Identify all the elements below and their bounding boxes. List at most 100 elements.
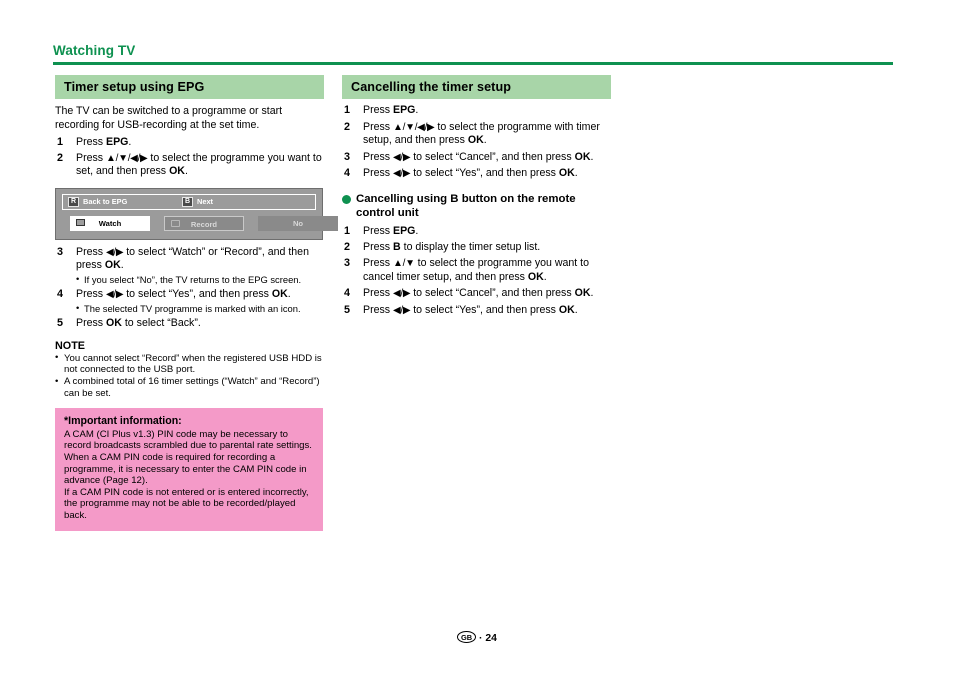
step-number: 3 bbox=[344, 257, 351, 270]
step-text-part: . bbox=[590, 287, 594, 300]
step-key-name: OK bbox=[169, 165, 185, 178]
step-number: 1 bbox=[344, 224, 351, 237]
step-key-name: OK bbox=[527, 270, 544, 283]
numbered-step: 4 Press ◀/▶ to select “Cancel”, and then … bbox=[342, 287, 611, 300]
important-paragraph: When a CAM PIN code is required for reco… bbox=[64, 452, 307, 487]
step-text-part: . bbox=[574, 167, 578, 180]
step-text-part: Press bbox=[363, 150, 394, 163]
step-key-name: OK bbox=[467, 134, 484, 147]
direction-arrows-icon: ◀/▶ bbox=[106, 246, 124, 258]
step-text: Press EPG. bbox=[363, 225, 418, 237]
step-text: Press ◀/▶ to select “Yes”, and then pres… bbox=[363, 304, 578, 316]
step-number: 1 bbox=[344, 104, 351, 117]
step-text-part: Press bbox=[363, 257, 394, 270]
numbered-step: 1 Press EPG. bbox=[55, 136, 324, 149]
numbered-step: 1 Press EPG. bbox=[342, 104, 611, 117]
left-intro-paragraph: The TV can be switched to a programme or… bbox=[55, 105, 283, 132]
step-number: 3 bbox=[344, 150, 351, 163]
step-text: Press ◀/▶ to select “Cancel”, and then p… bbox=[363, 151, 593, 163]
step-text: Press ▲/▼ to select the programme you wa… bbox=[363, 257, 589, 282]
step-text-part: to select “Yes”, and then press bbox=[410, 167, 559, 180]
numbered-step: 4 Press ◀/▶ to select “Yes”, and then pre… bbox=[55, 288, 324, 314]
right-section-heading: Cancelling the timer setup bbox=[342, 75, 611, 100]
important-paragraph: A CAM (CI Plus v1.3) PIN code may be nec… bbox=[64, 428, 312, 452]
green-bullet-icon bbox=[342, 195, 351, 204]
step-text: Press ◀/▶ to select “Yes”, and then pres… bbox=[76, 288, 291, 300]
step-text: Press EPG. bbox=[76, 136, 131, 148]
left-column: Timer setup using EPG The TV can be swit… bbox=[55, 75, 338, 531]
step-number: 4 bbox=[57, 288, 64, 301]
direction-arrows-icon: ◀/▶ bbox=[393, 304, 411, 316]
step-number: 5 bbox=[57, 317, 64, 330]
step-number: 2 bbox=[344, 240, 351, 253]
step-text-part: . bbox=[415, 224, 419, 237]
step-sub-list: If you select “No”, the TV returns to th… bbox=[76, 273, 324, 286]
note-list: You cannot select “Record” when the regi… bbox=[55, 352, 324, 400]
region-code-badge: GB bbox=[457, 631, 477, 643]
step-text-part: Press bbox=[363, 104, 394, 117]
step-text: Press ◀/▶ to select “Yes”, and then pres… bbox=[363, 167, 578, 179]
step-text-part: Press bbox=[76, 245, 107, 258]
note-heading: NOTE bbox=[55, 339, 85, 352]
step-key-name: OK bbox=[104, 259, 121, 272]
step-number: 4 bbox=[344, 167, 351, 180]
step-text-part: Press bbox=[363, 120, 394, 133]
step-number: 4 bbox=[344, 287, 351, 300]
tv-icon bbox=[76, 219, 85, 227]
numbered-step: 2 Press ▲/▼/◀/▶ to select the programme w… bbox=[342, 121, 611, 148]
blue-key-label: Next bbox=[197, 196, 214, 206]
step-text-part: . bbox=[483, 134, 487, 147]
left-steps-group-1: 1 Press EPG. 2 Press ▲/▼/◀/▶ to select the … bbox=[55, 136, 324, 179]
step-text-part: to select “Cancel”, and then press bbox=[410, 150, 575, 163]
direction-arrows-icon: ◀/▶ bbox=[106, 289, 124, 301]
epg-watch-button: Watch bbox=[70, 215, 150, 231]
numbered-step: 4 Press ◀/▶ to select “Yes”, and then pre… bbox=[342, 167, 611, 180]
step-text-part: . bbox=[415, 104, 419, 117]
running-head-rule bbox=[53, 62, 893, 65]
page-number: 24 bbox=[485, 633, 497, 644]
step-key-name: B bbox=[393, 240, 401, 253]
left-section-heading: Timer setup using EPG bbox=[55, 75, 324, 100]
numbered-step: 5 Press ◀/▶ to select “Yes”, and then pre… bbox=[342, 304, 611, 317]
note-item: You cannot select “Record” when the regi… bbox=[55, 352, 324, 377]
step-sub-list: The selected TV programme is marked with… bbox=[76, 302, 324, 315]
direction-arrows-icon: ◀/▶ bbox=[393, 288, 411, 300]
step-text-part: Press bbox=[363, 224, 394, 237]
step-text: Press ▲/▼/◀/▶ to select the programme yo… bbox=[76, 152, 322, 177]
important-information-box: *Important information: A CAM (CI Plus v… bbox=[55, 407, 323, 531]
step-text-part: . bbox=[120, 259, 124, 272]
step-sub-item: The selected TV programme is marked with… bbox=[76, 302, 324, 315]
step-text: Press OK to select “Back”. bbox=[76, 317, 201, 329]
note-item: A combined total of 16 timer settings (“… bbox=[55, 376, 324, 400]
step-text-part: Press bbox=[76, 135, 107, 148]
step-key-name: OK bbox=[558, 303, 575, 316]
right-steps-group-1: 1 Press EPG. 2 Press ▲/▼/◀/▶ to select the … bbox=[342, 104, 611, 180]
step-number: 2 bbox=[57, 152, 64, 165]
red-key-icon: R bbox=[68, 196, 79, 207]
step-number: 5 bbox=[344, 303, 351, 316]
step-text: Press ◀/▶ to select “Cancel”, and then p… bbox=[363, 287, 593, 299]
step-text-part: . bbox=[543, 270, 547, 283]
step-number: 2 bbox=[344, 120, 351, 133]
step-text-part: to display the timer setup list. bbox=[400, 240, 541, 253]
step-text-part: Press bbox=[76, 317, 107, 330]
direction-arrows-icon: ◀/▶ bbox=[393, 151, 411, 163]
step-text-part: . bbox=[184, 165, 188, 178]
epg-record-label: Record bbox=[190, 219, 218, 229]
step-key-name: OK bbox=[271, 288, 288, 301]
numbered-step: 2 Press ▲/▼/◀/▶ to select the programme y… bbox=[55, 152, 324, 179]
step-text-part: to select “Cancel”, and then press bbox=[410, 287, 575, 300]
step-number: 3 bbox=[57, 245, 64, 258]
running-head-title: Watching TV bbox=[53, 43, 136, 58]
step-text-part: . bbox=[128, 135, 132, 148]
right-column: Cancelling the timer setup 1 Press EPG. 2 P… bbox=[342, 75, 611, 317]
epg-no-label: No bbox=[292, 218, 304, 228]
epg-record-button: Record bbox=[164, 215, 244, 231]
step-text-part: to select “Yes”, and then press bbox=[123, 288, 272, 301]
step-key-name: EPG bbox=[393, 104, 416, 117]
direction-arrows-icon: ▲/▼/◀/▶ bbox=[393, 121, 435, 133]
right-sub-heading: Cancelling using B button on the remote … bbox=[342, 192, 611, 220]
blue-key-icon: B bbox=[182, 196, 193, 207]
direction-arrows-icon: ▲/▼/◀/▶ bbox=[106, 153, 148, 165]
step-number: 1 bbox=[57, 135, 64, 148]
